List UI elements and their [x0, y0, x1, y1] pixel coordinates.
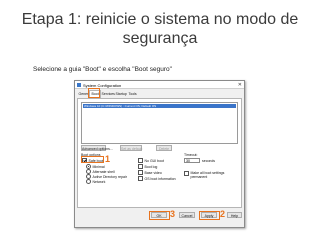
advanced-options-button[interactable]: Advanced options...: [81, 145, 113, 151]
dialog-title: System Configuration: [83, 82, 122, 88]
make-permanent-label: Make all boot settings permanent: [190, 171, 225, 179]
option-label: No GUI boot: [144, 158, 164, 163]
system-configuration-dialog: System Configuration ✕ General Boot Serv…: [74, 80, 245, 228]
step-1-marker: 1: [105, 154, 111, 164]
safe-mode-label: Network: [92, 179, 106, 184]
boot-log-checkbox[interactable]: Boot log: [138, 164, 157, 169]
os-list[interactable]: Windows 10 (C:\WINDOWS) : Current OS; De…: [81, 102, 238, 144]
close-icon[interactable]: ✕: [238, 82, 242, 88]
set-as-default-button[interactable]: Set as default: [120, 145, 142, 151]
ok-button-highlight: [148, 210, 170, 220]
option-label: Boot log: [144, 164, 158, 169]
timeout-input[interactable]: 30: [184, 158, 200, 163]
radio-icon[interactable]: [86, 179, 91, 184]
boot-tab-panel: Windows 10 (C:\WINDOWS) : Current OS; De…: [77, 98, 242, 208]
system-config-icon: [77, 82, 81, 87]
step-3-marker: 3: [170, 209, 176, 219]
os-entry[interactable]: Windows 10 (C:\WINDOWS) : Current OS; De…: [83, 104, 236, 108]
apply-button-highlight: [198, 210, 220, 220]
tab-tools[interactable]: Tools: [127, 91, 138, 97]
safe-mode-label: Active Directory repair: [92, 174, 127, 179]
instruction-text: Selecione a guia "Boot" e escolha "Boot …: [33, 66, 172, 73]
delete-button[interactable]: Delete: [156, 145, 172, 151]
checkbox-icon[interactable]: [184, 171, 189, 176]
option-label: OS boot information: [144, 176, 176, 181]
base-video-checkbox[interactable]: Base video: [138, 170, 162, 175]
safe-mode-network[interactable]: Network: [86, 179, 105, 184]
boot-tab-highlight: [88, 88, 100, 98]
slide-title: Etapa 1: reinicie o sistema no modo de s…: [0, 10, 320, 48]
checkbox-icon[interactable]: [138, 164, 143, 169]
cancel-button[interactable]: Cancel: [179, 212, 195, 218]
help-button[interactable]: Help: [227, 212, 242, 218]
checkbox-icon[interactable]: [138, 170, 143, 175]
option-label: Base video: [144, 170, 162, 175]
checkbox-icon[interactable]: [138, 158, 143, 163]
slide-title-line1: Etapa 1: reinicie o sistema no modo de: [21, 11, 299, 28]
timeout-label: Timeout:: [184, 153, 198, 157]
safe-boot-highlight: [81, 156, 104, 163]
dialog-titlebar: System Configuration ✕: [75, 81, 244, 89]
no-gui-boot-checkbox[interactable]: No GUI boot: [138, 158, 164, 163]
make-permanent-checkbox[interactable]: Make all boot settings permanent: [184, 171, 241, 179]
checkbox-icon[interactable]: [138, 176, 143, 181]
os-boot-information-checkbox[interactable]: OS boot information: [138, 176, 176, 181]
step-2-marker: 2: [220, 209, 226, 219]
timeout-unit: seconds: [202, 159, 216, 163]
safe-mode-label: Alternate shell: [92, 169, 115, 174]
safe-mode-label: Minimal: [92, 164, 105, 169]
slide-title-line2: segurança: [122, 30, 198, 47]
